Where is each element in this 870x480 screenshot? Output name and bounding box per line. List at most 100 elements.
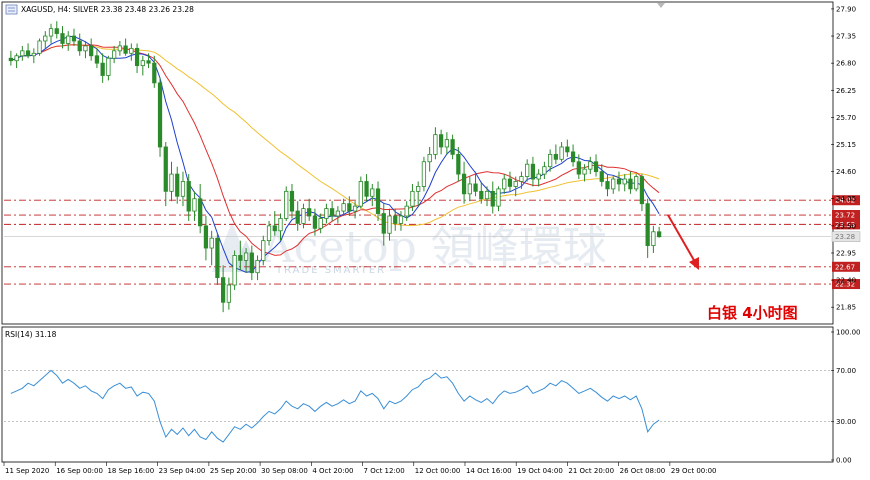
candle <box>106 55 111 81</box>
candle <box>553 144 558 165</box>
candle-body <box>433 134 438 155</box>
candle-body <box>157 82 163 148</box>
candle <box>186 174 191 221</box>
candle <box>461 161 467 204</box>
candle-body <box>611 178 616 190</box>
watermark: Acetop 領峰環球 TRADE SMARTER <box>212 222 607 276</box>
candle-body <box>444 139 449 148</box>
candle <box>542 161 547 180</box>
candle <box>221 265 226 313</box>
candle <box>370 183 375 207</box>
candle-body <box>593 161 599 173</box>
candle-body <box>548 153 553 168</box>
candle <box>83 40 88 59</box>
candle <box>89 38 94 61</box>
candle-body <box>14 55 19 62</box>
candle-body <box>364 181 369 197</box>
candle <box>31 48 36 64</box>
candle-body <box>278 218 283 232</box>
chart-canvas[interactable]: Acetop 領峰環球 TRADE SMARTER 24.0223.7223.5… <box>0 0 870 480</box>
candle <box>634 174 639 192</box>
candle-body <box>215 237 220 279</box>
candle-body <box>123 45 128 54</box>
candle-body <box>570 151 576 163</box>
candle-body <box>66 35 71 44</box>
candle-body <box>347 203 352 212</box>
price-tick-label: 23.50 <box>836 222 856 230</box>
chart-menu-icon[interactable] <box>5 4 18 15</box>
candle <box>255 255 260 281</box>
candle-body <box>559 146 564 160</box>
candle-body <box>404 205 409 217</box>
candle-body <box>588 161 593 170</box>
candle <box>20 45 25 61</box>
candle-body <box>140 60 145 67</box>
current-price-label: 23.28 <box>835 233 855 241</box>
candle-body <box>536 173 541 180</box>
scroll-shift-icon[interactable] <box>657 3 665 8</box>
candle <box>129 43 134 61</box>
candle-body <box>226 284 231 303</box>
price-tick-label: 24.60 <box>836 168 856 176</box>
candle <box>169 161 174 202</box>
candle <box>66 31 71 51</box>
time-tick-label: 7 Oct 12:00 <box>364 467 405 475</box>
candle <box>611 176 616 194</box>
candle <box>358 176 363 209</box>
candle <box>559 142 564 162</box>
candle-body <box>461 173 467 195</box>
candle-body <box>358 181 363 207</box>
time-tick-label: 11 Sep 2020 <box>5 467 49 475</box>
candle <box>645 198 650 258</box>
candle <box>134 43 140 74</box>
price-tick-label: 22.95 <box>836 249 856 257</box>
candle <box>651 225 656 253</box>
candle-body <box>490 190 495 207</box>
candle <box>94 48 100 69</box>
chart-header: XAGUSD, H4: SILVER 23.38 23.48 23.26 23.… <box>5 4 194 15</box>
candle-body <box>479 190 484 200</box>
candle-body <box>582 168 587 175</box>
candle <box>54 21 59 39</box>
candle <box>427 146 432 172</box>
chart-annotation: 白银 4小时图 <box>707 304 798 322</box>
candle <box>416 181 421 207</box>
candle-body <box>232 255 237 286</box>
candle <box>502 174 507 194</box>
candle <box>307 198 312 221</box>
candle <box>180 171 186 207</box>
candle-body <box>163 146 168 192</box>
rsi-indicator <box>4 369 831 443</box>
candle <box>48 23 54 44</box>
candle-body <box>381 213 386 234</box>
candle <box>536 169 541 187</box>
candle <box>530 156 536 187</box>
candle <box>519 171 524 189</box>
candle <box>450 134 455 160</box>
candle-body <box>31 52 36 57</box>
candle <box>525 159 530 182</box>
time-axis: 11 Sep 2020 16 Sep 00:00 18 Sep 16:00 23 Se… <box>3 462 717 475</box>
rsi-tick-label: 70.00 <box>836 367 856 375</box>
candle-body <box>83 45 88 52</box>
candle-body <box>352 205 358 212</box>
candle-body <box>106 57 111 76</box>
candle-body <box>295 210 300 224</box>
candle <box>570 144 576 167</box>
time-tick-label: 26 Oct 08:00 <box>620 467 666 475</box>
candle-body <box>651 231 656 246</box>
candle-body <box>186 181 191 212</box>
candle-body <box>203 225 209 249</box>
rsi-panel-frame <box>1 326 834 463</box>
candle-body <box>616 178 622 185</box>
level-tag-label: 23.72 <box>835 212 855 220</box>
time-tick-label: 21 Oct 20:00 <box>568 467 614 475</box>
candle-body <box>622 178 627 185</box>
candle-body <box>20 50 25 57</box>
candle-body <box>169 173 174 192</box>
candle-body <box>152 62 157 84</box>
candle-body <box>238 255 243 261</box>
rsi-label: RSI(14) 31.18 <box>5 330 57 339</box>
time-tick-label: 18 Sep 16:00 <box>107 467 154 475</box>
candle-body <box>467 183 472 195</box>
